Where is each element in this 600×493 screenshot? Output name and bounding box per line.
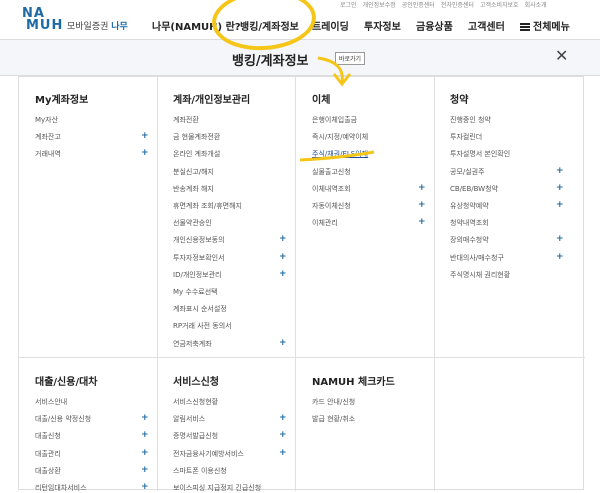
highlight-underline [299,150,375,162]
annotation-overlay [299,56,375,162]
